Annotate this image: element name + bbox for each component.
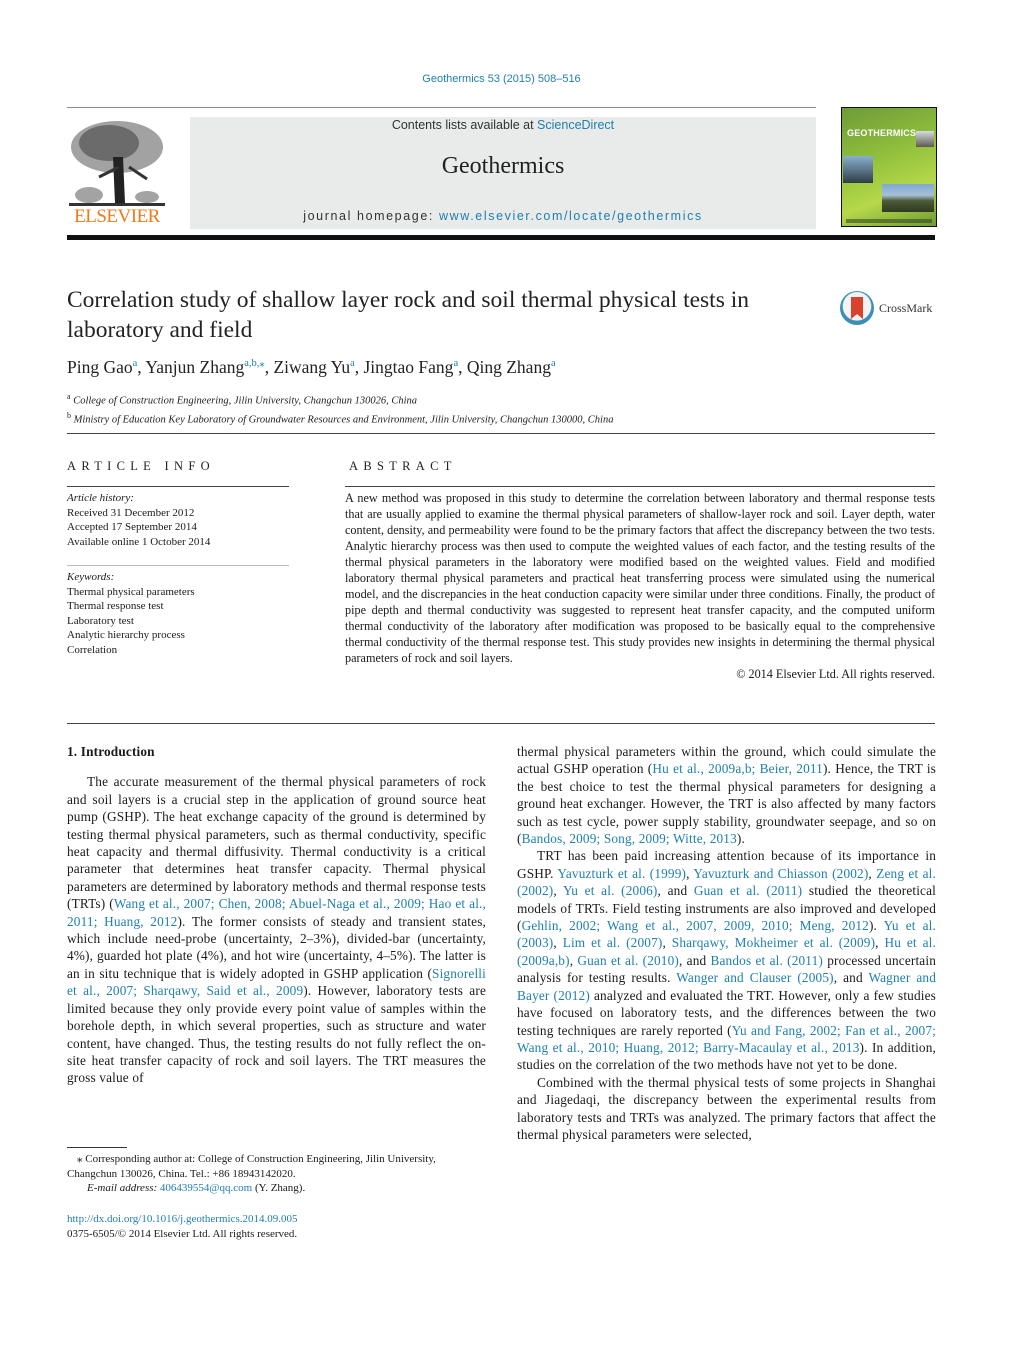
citation-link[interactable]: Wanger and Clauser (2005) [676,970,833,985]
history-accepted: Accepted 17 September 2014 [67,521,197,533]
body-paragraph: Combined with the thermal physical tests… [517,1074,936,1144]
sciencedirect-link[interactable]: ScienceDirect [537,118,614,132]
author-list: Ping Gaoa, Yanjun Zhanga,b,⁎, Ziwang Yua… [67,357,556,377]
paragraph-text: ). [868,918,884,934]
paragraph-text: Combined with the thermal physical tests… [517,1074,936,1142]
author-affiliation-marker[interactable]: a [350,358,355,369]
article-info: Article history: Received 31 December 20… [67,486,289,657]
journal-homepage-link[interactable]: www.elsevier.com/locate/geothermics [439,209,703,223]
paragraph-text: ). [736,831,745,847]
footnote-rule [67,1147,127,1148]
body-column-left: 1. Introduction The accurate measurement… [67,743,486,1087]
author[interactable]: Ping Gaoa [67,357,137,377]
cover-photo-landscape [882,184,934,212]
article-history-label: Article history: [67,492,134,504]
journal-name: Geothermics [441,153,565,179]
paragraph-text: The accurate measurement of the thermal … [67,774,486,912]
paragraph-text: , [662,935,672,951]
keyword: Thermal response test [67,600,164,612]
email-note: E-mail address: 406439554@qq.com (Y. Zha… [67,1181,487,1196]
paragraph-text: , [553,883,563,899]
email-link[interactable]: 406439554@qq.com [160,1182,252,1194]
footnotes: ⁎ Corresponding author at: College of Co… [67,1152,487,1196]
affiliations: a College of Construction Engineering, J… [67,390,613,427]
doi-link[interactable]: http://dx.doi.org/10.1016/j.geothermics.… [67,1213,297,1225]
elsevier-wordmark: ELSEVIER [74,206,160,227]
divider [67,565,289,566]
abstract-copyright: © 2014 Elsevier Ltd. All rights reserved… [736,667,935,681]
keyword: Laboratory test [67,614,134,627]
elsevier-logo[interactable]: ELSEVIER [67,115,167,228]
affiliation: b Ministry of Education Key Laboratory o… [67,410,614,426]
author[interactable]: Ziwang Yua [273,357,354,377]
keyword: Analytic hierarchy process [67,629,185,641]
paragraph-text: ). However, laboratory tests are limited… [67,983,486,1086]
body-rule [67,723,935,724]
author[interactable]: Qing Zhanga [467,357,556,377]
journal-citation[interactable]: Geothermics 53 (2015) 508–516 [0,73,1003,85]
author[interactable]: Yanjun Zhanga,b,⁎ [145,357,264,377]
journal-masthead: Contents lists available at ScienceDirec… [190,117,816,229]
paragraph-text: , [553,935,563,951]
citation-link[interactable]: Yavuzturk et al. (1999) [557,866,686,881]
author-affiliation-marker[interactable]: a [551,358,556,369]
title-rule [67,433,935,434]
cover-photo-rig [916,131,934,147]
citation-link[interactable]: Guan et al. (2010) [577,953,679,968]
abstract-text: A new method was proposed in this study … [345,491,935,665]
citation-link[interactable]: Yavuzturk and Chiasson (2002) [693,866,868,881]
divider [345,486,935,487]
body-column-right: thermal physical parameters within the g… [517,743,936,1143]
keyword: Correlation [67,643,118,656]
citation-link[interactable]: Yu et al. (2006) [563,883,658,898]
header-thick-rule [67,235,935,240]
body-paragraph: The accurate measurement of the thermal … [67,773,486,1086]
history-received: Received 31 December 2012 [67,506,195,519]
article-info-heading: ARTICLE INFO [67,459,215,473]
issn-copyright: 0375-6505/© 2014 Elsevier Ltd. All right… [67,1227,298,1240]
elsevier-tree-icon [69,121,165,206]
paragraph-text: , and [657,883,694,899]
abstract-heading: ABSTRACT [349,459,457,473]
divider [67,486,289,487]
body-paragraph: TRT has been paid increasing attention b… [517,847,936,1073]
journal-citation-link[interactable]: Geothermics 53 (2015) 508–516 [422,73,580,85]
citation-link[interactable]: Guan et al. (2011) [694,883,802,898]
citation-link[interactable]: Hu et al., 2009a,b; Beier, 2011 [652,761,823,776]
author-affiliation-marker[interactable]: a [133,358,138,369]
paragraph-text: , and [833,970,869,986]
journal-cover-image[interactable]: GEOTHERMICS [841,107,937,227]
citation-link[interactable]: Gehlin, 2002; Wang et al., 2007, 2009, 2… [522,918,869,933]
body-paragraph: thermal physical parameters within the g… [517,743,936,847]
author-affiliation-marker[interactable]: a,b,⁎ [244,358,264,369]
citation-link[interactable]: Bandos et al. (2011) [710,953,823,968]
homepage-line: journal homepage: www.elsevier.com/locat… [190,209,816,223]
paragraph-text: , and [678,952,711,968]
contents-line: Contents lists available at ScienceDirec… [190,118,816,132]
cover-photo-geyser [843,156,873,183]
contents-prefix: Contents lists available at [391,118,538,132]
email-suffix: (Y. Zhang). [252,1182,306,1195]
abstract: A new method was proposed in this study … [345,486,935,682]
article-title: Correlation study of shallow layer rock … [67,287,750,343]
keywords-label: Keywords: [67,571,115,583]
citation-link[interactable]: Lim et al. (2007) [563,935,663,950]
author[interactable]: Jingtao Fanga [364,357,459,377]
crossmark-button[interactable]: CrossMark [840,291,940,329]
affiliation: a College of Construction Engineering, J… [67,392,418,407]
history-online: Available online 1 October 2014 [67,535,211,548]
corresponding-author-note: ⁎ Corresponding author at: College of Co… [67,1153,436,1180]
crossmark-label: CrossMark [879,301,933,315]
homepage-prefix: journal homepage: [303,209,440,223]
cover-title: GEOTHERMICS [847,128,917,138]
header-rule [67,107,816,108]
author-affiliation-marker[interactable]: a [453,358,458,369]
email-label: E-mail address: [87,1182,160,1195]
citation-link[interactable]: Bandos, 2009; Song, 2009; Witte, 2013 [522,831,737,846]
keyword: Thermal physical parameters [67,585,195,598]
section-heading: 1. Introduction [67,744,155,759]
citation-link[interactable]: Sharqawy, Mokheimer et al. (2009) [672,935,875,950]
doi-block: http://dx.doi.org/10.1016/j.geothermics.… [67,1212,297,1241]
cover-footer [846,219,932,223]
